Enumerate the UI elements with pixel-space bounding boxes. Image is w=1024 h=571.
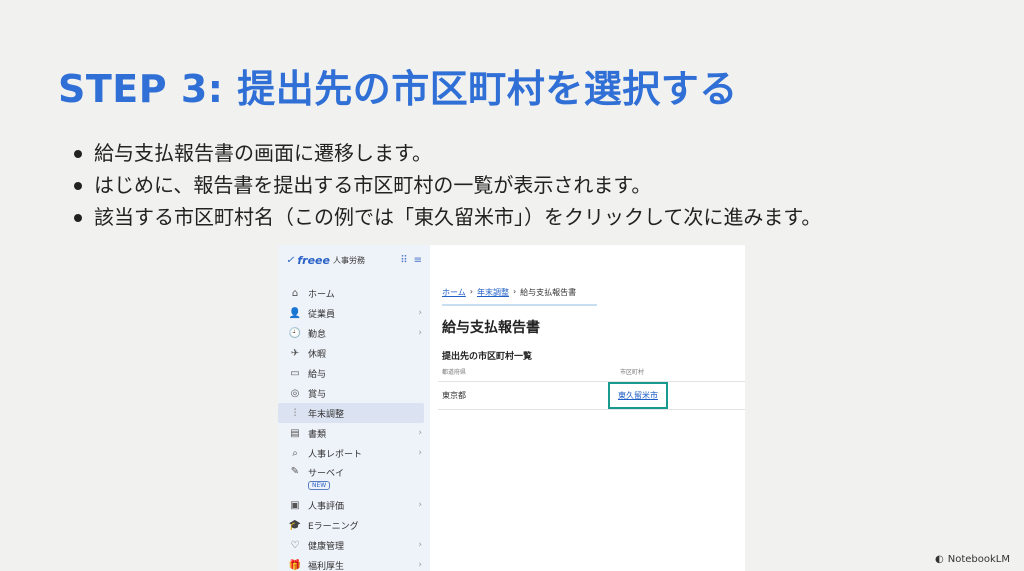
app-grid-icon[interactable]: ⠿	[400, 255, 407, 266]
logo-mark-icon: ✓	[286, 254, 295, 266]
sidebar-item-welfare[interactable]: 🎁 福利厚生 ›	[278, 555, 430, 571]
sidebar-item-label: 人事レポート	[308, 449, 363, 460]
main-content: ホーム › 年末調整 › 給与支払報告書 給与支払報告書 提出先の市区町村一覧 …	[430, 245, 745, 571]
sidebar-item-leave[interactable]: ✈ 休暇	[278, 343, 430, 363]
sidebar-item-label: 従業員	[308, 309, 336, 320]
welfare-icon: 🎁	[288, 559, 302, 571]
sidebar-item-health[interactable]: ♡ 健康管理 ›	[278, 535, 430, 555]
employee-icon: 👤	[288, 307, 302, 319]
sidebar-item-evaluation[interactable]: ▣ 人事評価 ›	[278, 495, 430, 515]
section-title: 提出先の市区町村一覧	[442, 352, 533, 362]
chevron-right-icon: ›	[418, 448, 422, 458]
sidebar-item-report[interactable]: ⌕ 人事レポート ›	[278, 443, 430, 463]
breadcrumb-separator-icon: ›	[469, 287, 473, 296]
municipality-cell: 東久留米市	[608, 381, 745, 410]
breadcrumb-separator-icon: ›	[512, 287, 517, 296]
sidebar-item-label: 健康管理	[308, 541, 345, 552]
elearning-icon: 🎓	[288, 519, 302, 531]
page-title: 給与支払報告書	[442, 320, 540, 336]
sidebar-item-home[interactable]: ⌂ ホーム	[278, 283, 430, 303]
bullet-item: はじめに、報告書を提出する市区町村の一覧が表示されます。	[72, 169, 972, 201]
year-end-icon: ⫶	[293, 407, 297, 419]
survey-icon: ✎	[290, 466, 300, 477]
sidebar: ✓ freee 人事労務 ⠿ ≡ ⌂ ホーム 👤 従業員 › 🕘 勤怠 › ✈ 休暇 ▭ 給与 ◎ 賞与 ⫶…	[278, 245, 430, 571]
health-icon: ♡	[290, 539, 300, 551]
sidebar-item-survey[interactable]: ✎ サーベイ NEW	[278, 463, 430, 495]
sidebar-item-salary[interactable]: ▭ 給与	[278, 363, 430, 383]
new-badge: NEW	[308, 481, 331, 490]
breadcrumb-home-link[interactable]: ホーム	[442, 287, 466, 298]
sidebar-item-label: 書類	[308, 429, 327, 440]
sidebar-item-label: 福利厚生	[308, 561, 345, 571]
municipality-link[interactable]: 東久留米市	[608, 381, 668, 409]
sidebar-item-label: 年末調整	[308, 409, 345, 420]
sidebar-item-label: ホーム	[308, 289, 335, 300]
notebooklm-logo-icon: ◐	[935, 554, 944, 565]
bullet-item: 給与支払報告書の画面に遷移します。	[72, 137, 972, 169]
home-icon: ⌂	[291, 287, 299, 299]
chevron-right-icon: ›	[418, 500, 422, 510]
sidebar-item-year-end[interactable]: ⫶ 年末調整	[278, 403, 424, 423]
salary-icon: ▭	[290, 367, 300, 379]
sidebar-item-label: Eラーニング	[308, 521, 359, 532]
sidebar-item-label: 休暇	[308, 349, 327, 360]
attendance-icon: 🕘	[288, 327, 302, 339]
report-icon: ⌕	[292, 447, 298, 459]
document-icon: ▤	[290, 427, 300, 439]
collapse-sidebar-icon[interactable]: ≡	[414, 255, 422, 266]
notebooklm-brand: ◐ NotebookLM	[935, 554, 1010, 565]
breadcrumb: ホーム › 年末調整 › 給与支払報告書	[442, 287, 597, 306]
column-header-prefecture: 都道府県	[438, 363, 620, 382]
leave-icon: ✈	[290, 347, 300, 359]
chevron-right-icon: ›	[418, 540, 422, 550]
sidebar-item-label: 勤怠	[308, 329, 327, 340]
bonus-icon: ◎	[290, 387, 300, 399]
sidebar-item-document[interactable]: ▤ 書類 ›	[278, 423, 430, 443]
slide-title: STEP 3: 提出先の市区町村を選択する	[58, 67, 738, 111]
column-header-municipality: 市区町村	[620, 363, 745, 382]
breadcrumb-current: 給与支払報告書	[520, 288, 577, 297]
embedded-screenshot: ✓ freee 人事労務 ⠿ ≡ ⌂ ホーム 👤 従業員 › 🕘 勤怠 › ✈ 休暇 ▭ 給与 ◎ 賞与 ⫶…	[278, 245, 745, 571]
evaluation-icon: ▣	[290, 499, 300, 511]
prefecture-cell: 東京都	[438, 381, 620, 410]
chevron-right-icon: ›	[418, 308, 422, 318]
chevron-right-icon: ›	[418, 328, 422, 338]
bullet-list: 給与支払報告書の画面に遷移します。 はじめに、報告書を提出する市区町村の一覧が表…	[72, 137, 972, 233]
sidebar-item-elearning[interactable]: 🎓 Eラーニング	[278, 515, 430, 535]
sidebar-item-employee[interactable]: 👤 従業員 ›	[278, 303, 430, 323]
table-header-row: 都道府県 市区町村	[438, 363, 745, 382]
sidebar-item-label: サーベイ	[308, 469, 345, 479]
sidebar-item-attendance[interactable]: 🕘 勤怠 ›	[278, 323, 430, 343]
sidebar-item-label: 人事評価	[308, 501, 345, 512]
chevron-right-icon: ›	[418, 428, 422, 438]
freee-logo[interactable]: ✓ freee 人事労務	[286, 254, 365, 267]
sidebar-nav: ⌂ ホーム 👤 従業員 › 🕘 勤怠 › ✈ 休暇 ▭ 給与 ◎ 賞与 ⫶ 年末調整 ▤ 書類 › ⌕ 人事レポート › ✎…	[278, 275, 430, 571]
municipality-table: 都道府県 市区町村 東京都 東久留米市	[438, 363, 745, 410]
sidebar-item-label: 給与	[308, 369, 327, 380]
bullet-item: 該当する市区町村名（この例では「東久留米市」）をクリックして次に進みます。	[72, 201, 972, 233]
breadcrumb-year-end-link[interactable]: 年末調整	[477, 287, 509, 298]
sidebar-item-label: 賞与	[308, 389, 327, 400]
chevron-right-icon: ›	[418, 560, 422, 570]
sidebar-header: ✓ freee 人事労務 ⠿ ≡	[278, 245, 430, 275]
table-row: 東京都 東久留米市	[438, 381, 745, 410]
sidebar-item-bonus[interactable]: ◎ 賞与	[278, 383, 430, 403]
